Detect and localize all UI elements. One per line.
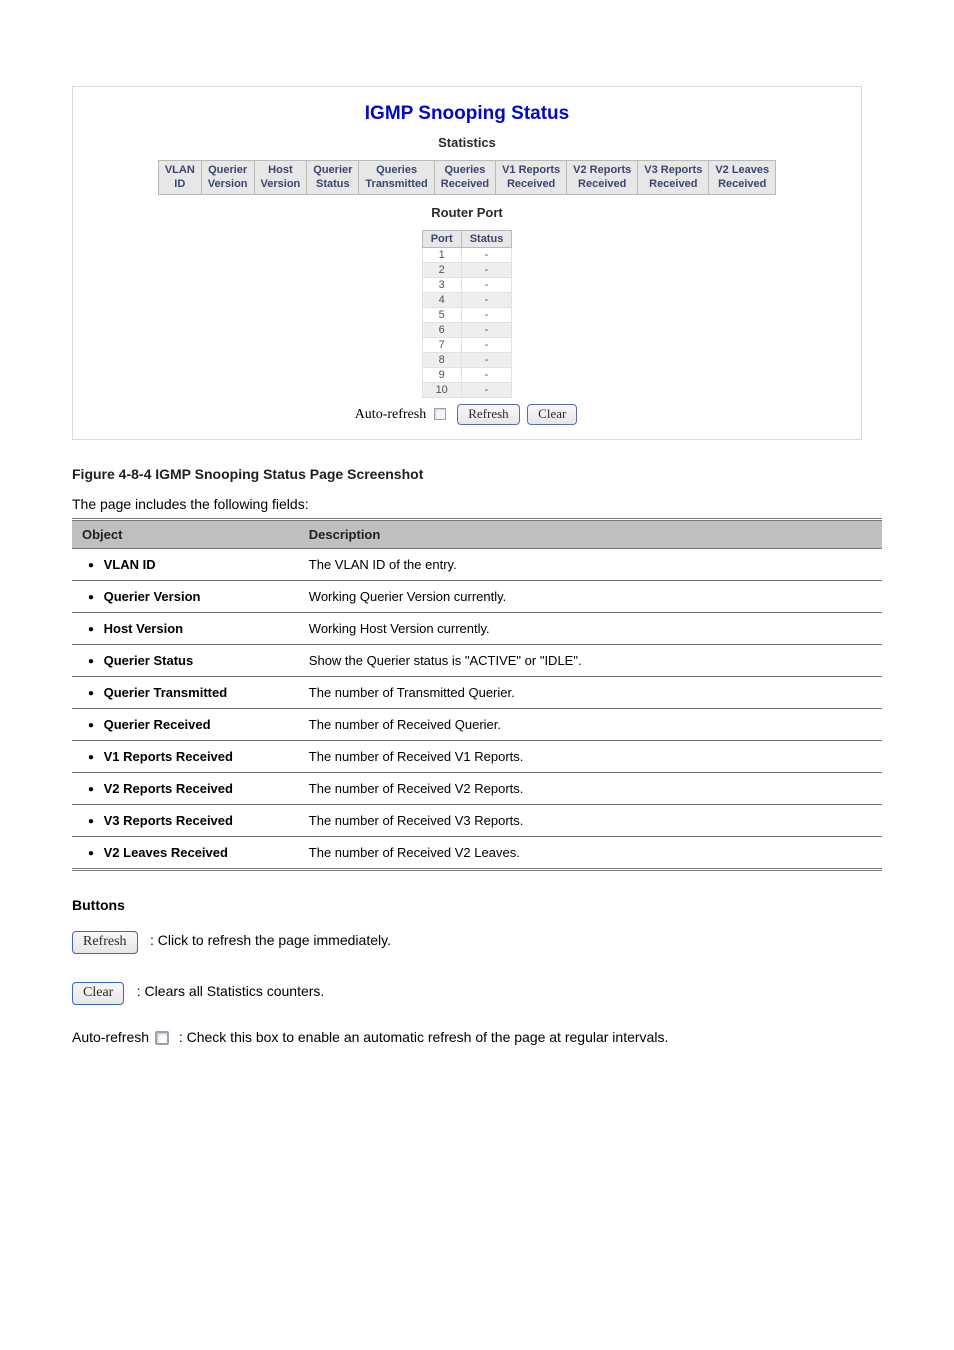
table-row: 3- — [422, 277, 512, 292]
port-cell: 1 — [422, 247, 461, 262]
desc-cell: The number of Received V3 Reports. — [299, 805, 882, 837]
auto-refresh-checkbox[interactable] — [434, 408, 446, 420]
desc-cell: Working Host Version currently. — [299, 613, 882, 645]
table-row: 2- — [422, 262, 512, 277]
object-cell: ● Querier Received — [72, 709, 299, 741]
table-row: 9- — [422, 367, 512, 382]
panel-title: IGMP Snooping Status — [81, 103, 853, 125]
figure-caption: Figure 4-8-4 IGMP Snooping Status Page S… — [72, 466, 882, 482]
status-cell: - — [461, 262, 512, 277]
table-row: ● Host VersionWorking Host Version curre… — [72, 613, 882, 645]
port-cell: 9 — [422, 367, 461, 382]
port-cell: 7 — [422, 337, 461, 352]
table-row: ● V2 Reports ReceivedThe number of Recei… — [72, 773, 882, 805]
port-cell: 6 — [422, 322, 461, 337]
port-cell: 10 — [422, 382, 461, 397]
table-row: ● Querier ReceivedThe number of Received… — [72, 709, 882, 741]
refresh-desc: : Click to refresh the page immediately. — [150, 932, 391, 948]
desc-cell: The number of Received V2 Reports. — [299, 773, 882, 805]
clear-button[interactable]: Clear — [527, 404, 577, 426]
stats-col: Querier Version — [201, 161, 254, 195]
stats-col: V3 Reports Received — [638, 161, 709, 195]
desc-cell: Show the Querier status is "ACTIVE" or "… — [299, 645, 882, 677]
refresh-button[interactable]: Refresh — [457, 404, 519, 426]
stats-col: Host Version — [254, 161, 307, 195]
status-cell: - — [461, 382, 512, 397]
router-port-heading: Router Port — [81, 205, 853, 220]
port-cell: 8 — [422, 352, 461, 367]
auto-refresh-label: Auto-refresh — [355, 407, 427, 422]
intro-text: The page includes the following fields: — [72, 496, 882, 512]
status-cell: - — [461, 307, 512, 322]
description-table: Object Description ● VLAN IDThe VLAN ID … — [72, 518, 882, 871]
desc-cell: The number of Received V1 Reports. — [299, 741, 882, 773]
table-row: ● V1 Reports ReceivedThe number of Recei… — [72, 741, 882, 773]
status-cell: - — [461, 292, 512, 307]
object-cell: ● V1 Reports Received — [72, 741, 299, 773]
object-cell: ● V2 Reports Received — [72, 773, 299, 805]
desc-cell: The number of Transmitted Querier. — [299, 677, 882, 709]
desc-cell: The number of Received Querier. — [299, 709, 882, 741]
desc-cell: The number of Received V2 Leaves. — [299, 837, 882, 870]
desc-cell: The VLAN ID of the entry. — [299, 549, 882, 581]
table-row: 8- — [422, 352, 512, 367]
refresh-button-doc[interactable]: Refresh — [72, 931, 138, 954]
port-cell: 3 — [422, 277, 461, 292]
port-cell: 2 — [422, 262, 461, 277]
table-row: ● Querier VersionWorking Querier Version… — [72, 581, 882, 613]
buttons-heading: Buttons — [72, 897, 882, 913]
table-row: ● Querier StatusShow the Querier status … — [72, 645, 882, 677]
object-cell: ● Querier Transmitted — [72, 677, 299, 709]
object-cell: ● Querier Version — [72, 581, 299, 613]
auto-refresh-checkbox-doc[interactable] — [155, 1031, 169, 1045]
table-row: 6- — [422, 322, 512, 337]
igmp-status-panel: IGMP Snooping Status Statistics VLAN IDQ… — [72, 86, 862, 440]
stats-col: Querier Status — [307, 161, 359, 195]
statistics-table: VLAN IDQuerier VersionHost VersionQuerie… — [158, 160, 776, 195]
object-cell: ● VLAN ID — [72, 549, 299, 581]
auto-refresh-label-doc: Auto-refresh — [72, 1029, 149, 1045]
clear-button-doc[interactable]: Clear — [72, 982, 124, 1005]
table-row: 5- — [422, 307, 512, 322]
col-description: Description — [299, 520, 882, 549]
status-cell: - — [461, 277, 512, 292]
object-cell: ● Querier Status — [72, 645, 299, 677]
stats-col: Queries Received — [434, 161, 495, 195]
status-cell: - — [461, 322, 512, 337]
col-object: Object — [72, 520, 299, 549]
table-row: 1- — [422, 247, 512, 262]
status-cell: - — [461, 367, 512, 382]
clear-desc: : Clears all Statistics counters. — [137, 983, 325, 999]
status-cell: - — [461, 352, 512, 367]
desc-cell: Working Querier Version currently. — [299, 581, 882, 613]
table-row: 10- — [422, 382, 512, 397]
table-row: ● Querier TransmittedThe number of Trans… — [72, 677, 882, 709]
stats-col: V2 Reports Received — [567, 161, 638, 195]
port-cell: 5 — [422, 307, 461, 322]
table-row: ● VLAN IDThe VLAN ID of the entry. — [72, 549, 882, 581]
stats-col: V1 Reports Received — [496, 161, 567, 195]
stats-col: Queries Transmitted — [359, 161, 434, 195]
stats-col: V2 Leaves Received — [709, 161, 776, 195]
table-row: 4- — [422, 292, 512, 307]
status-cell: - — [461, 337, 512, 352]
auto-refresh-desc: : Check this box to enable an automatic … — [179, 1029, 669, 1045]
stats-col: VLAN ID — [158, 161, 201, 195]
object-cell: ● V3 Reports Received — [72, 805, 299, 837]
router-port-table: PortStatus 1-2-3-4-5-6-7-8-9-10- — [422, 230, 513, 398]
statistics-heading: Statistics — [81, 135, 853, 150]
object-cell: ● Host Version — [72, 613, 299, 645]
router-col: Port — [422, 230, 461, 247]
status-cell: - — [461, 247, 512, 262]
router-col: Status — [461, 230, 512, 247]
table-row: ● V3 Reports ReceivedThe number of Recei… — [72, 805, 882, 837]
table-row: ● V2 Leaves ReceivedThe number of Receiv… — [72, 837, 882, 870]
port-cell: 4 — [422, 292, 461, 307]
object-cell: ● V2 Leaves Received — [72, 837, 299, 870]
table-row: 7- — [422, 337, 512, 352]
